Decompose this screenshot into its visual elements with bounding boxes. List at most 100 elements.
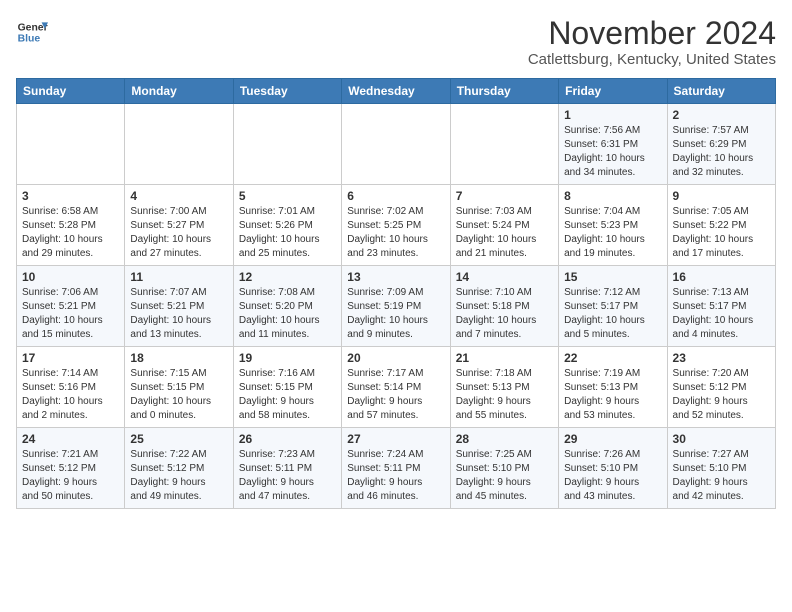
weekday-header: Sunday [17,79,125,104]
day-info: Sunrise: 6:58 AM Sunset: 5:28 PM Dayligh… [22,205,119,261]
day-info: Sunrise: 7:17 AM Sunset: 5:14 PM Dayligh… [347,367,444,423]
logo-icon: General Blue [16,16,48,48]
calendar-cell: 18Sunrise: 7:15 AM Sunset: 5:15 PM Dayli… [125,347,233,428]
day-info: Sunrise: 7:08 AM Sunset: 5:20 PM Dayligh… [239,286,336,342]
calendar-cell: 14Sunrise: 7:10 AM Sunset: 5:18 PM Dayli… [450,266,558,347]
day-number: 16 [673,270,770,284]
header-row: SundayMondayTuesdayWednesdayThursdayFrid… [17,79,776,104]
calendar-cell: 10 Sunrise: 7:06 AM Sunset: 5:21 PM Dayli… [17,266,125,347]
day-number: 24 [22,432,119,446]
day-info: Sunrise: 7:22 AM Sunset: 5:12 PM Dayligh… [130,448,227,504]
calendar-cell: 3 Sunrise: 6:58 AM Sunset: 5:28 PM Daylig… [17,185,125,266]
day-info: Sunrise: 7:06 AM Sunset: 5:21 PM Dayligh… [22,286,119,342]
calendar-cell: 8 Sunrise: 7:04 AM Sunset: 5:23 PM Daylig… [559,185,667,266]
day-info: Sunrise: 7:14 AM Sunset: 5:16 PM Dayligh… [22,367,119,423]
weekday-header: Friday [559,79,667,104]
day-number: 27 [347,432,444,446]
day-number: 29 [564,432,661,446]
calendar-cell: 9 Sunrise: 7:05 AM Sunset: 5:22 PM Daylig… [667,185,775,266]
day-info: Sunrise: 7:03 AM Sunset: 5:24 PM Dayligh… [456,205,553,261]
day-number: 21 [456,351,553,365]
day-info: Sunrise: 7:05 AM Sunset: 5:22 PM Dayligh… [673,205,770,261]
calendar-cell: 7 Sunrise: 7:03 AM Sunset: 5:24 PM Daylig… [450,185,558,266]
calendar-cell: 16 Sunrise: 7:13 AM Sunset: 5:17 PM Dayli… [667,266,775,347]
day-info: Sunrise: 7:04 AM Sunset: 5:23 PM Dayligh… [564,205,661,261]
calendar-cell: 21 Sunrise: 7:18 AM Sunset: 5:13 PM Dayli… [450,347,558,428]
day-number: 15 [564,270,661,284]
day-number: 23 [673,351,770,365]
day-info: Sunrise: 7:02 AM Sunset: 5:25 PM Dayligh… [347,205,444,261]
calendar-cell: 28 Sunrise: 7:25 AM Sunset: 5:10 PM Dayli… [450,428,558,509]
logo: General Blue [16,16,48,48]
day-info: Sunrise: 7:12 AM Sunset: 5:17 PM Dayligh… [564,286,661,342]
day-number: 6 [347,189,444,203]
calendar-cell [17,104,125,185]
day-number: 20 [347,351,444,365]
calendar-cell [233,104,341,185]
calendar-cell: 2 Sunrise: 7:57 AM Sunset: 6:29 PM Daylig… [667,104,775,185]
day-number: 2 [673,108,770,122]
calendar-week-row: 17Sunrise: 7:14 AM Sunset: 5:16 PM Dayli… [17,347,776,428]
calendar-cell: 11 Sunrise: 7:07 AM Sunset: 5:21 PM Dayli… [125,266,233,347]
calendar-cell [450,104,558,185]
calendar-week-row: 3 Sunrise: 6:58 AM Sunset: 5:28 PM Daylig… [17,185,776,266]
day-number: 26 [239,432,336,446]
day-number: 7 [456,189,553,203]
calendar-cell: 22 Sunrise: 7:19 AM Sunset: 5:13 PM Dayli… [559,347,667,428]
day-info: Sunrise: 7:26 AM Sunset: 5:10 PM Dayligh… [564,448,661,504]
day-info: Sunrise: 7:01 AM Sunset: 5:26 PM Dayligh… [239,205,336,261]
day-info: Sunrise: 7:21 AM Sunset: 5:12 PM Dayligh… [22,448,119,504]
day-info: Sunrise: 7:09 AM Sunset: 5:19 PM Dayligh… [347,286,444,342]
day-number: 3 [22,189,119,203]
calendar-cell: 13 Sunrise: 7:09 AM Sunset: 5:19 PM Dayli… [342,266,450,347]
day-number: 1 [564,108,661,122]
day-info: Sunrise: 7:00 AM Sunset: 5:27 PM Dayligh… [130,205,227,261]
day-info: Sunrise: 7:16 AM Sunset: 5:15 PM Dayligh… [239,367,336,423]
calendar-cell: 24 Sunrise: 7:21 AM Sunset: 5:12 PM Dayli… [17,428,125,509]
svg-text:Blue: Blue [18,34,41,45]
day-number: 5 [239,189,336,203]
day-number: 8 [564,189,661,203]
calendar-cell [125,104,233,185]
calendar-week-row: 24 Sunrise: 7:21 AM Sunset: 5:12 PM Dayli… [17,428,776,509]
calendar-cell: 27 Sunrise: 7:24 AM Sunset: 5:11 PM Dayli… [342,428,450,509]
weekday-header: Saturday [667,79,775,104]
day-number: 13 [347,270,444,284]
day-info: Sunrise: 7:13 AM Sunset: 5:17 PM Dayligh… [673,286,770,342]
calendar-cell: 1 Sunrise: 7:56 AM Sunset: 6:31 PM Daylig… [559,104,667,185]
day-info: Sunrise: 7:07 AM Sunset: 5:21 PM Dayligh… [130,286,227,342]
day-number: 10 [22,270,119,284]
day-info: Sunrise: 7:20 AM Sunset: 5:12 PM Dayligh… [673,367,770,423]
calendar-cell: 5 Sunrise: 7:01 AM Sunset: 5:26 PM Daylig… [233,185,341,266]
day-info: Sunrise: 7:18 AM Sunset: 5:13 PM Dayligh… [456,367,553,423]
day-info: Sunrise: 7:15 AM Sunset: 5:15 PM Dayligh… [130,367,227,423]
day-info: Sunrise: 7:10 AM Sunset: 5:18 PM Dayligh… [456,286,553,342]
header: General Blue November 2024 Catlettsburg,… [16,16,776,68]
weekday-header: Wednesday [342,79,450,104]
weekday-header: Thursday [450,79,558,104]
subtitle: Catlettsburg, Kentucky, United States [528,51,776,68]
weekday-header: Tuesday [233,79,341,104]
day-info: Sunrise: 7:56 AM Sunset: 6:31 PM Dayligh… [564,124,661,180]
day-info: Sunrise: 7:57 AM Sunset: 6:29 PM Dayligh… [673,124,770,180]
day-number: 30 [673,432,770,446]
calendar-cell: 15 Sunrise: 7:12 AM Sunset: 5:17 PM Dayli… [559,266,667,347]
weekday-header: Monday [125,79,233,104]
day-info: Sunrise: 7:27 AM Sunset: 5:10 PM Dayligh… [673,448,770,504]
calendar-table: SundayMondayTuesdayWednesdayThursdayFrid… [16,78,776,509]
calendar-cell: 12Sunrise: 7:08 AM Sunset: 5:20 PM Dayli… [233,266,341,347]
day-info: Sunrise: 7:19 AM Sunset: 5:13 PM Dayligh… [564,367,661,423]
day-number: 22 [564,351,661,365]
day-number: 19 [239,351,336,365]
day-info: Sunrise: 7:24 AM Sunset: 5:11 PM Dayligh… [347,448,444,504]
calendar-cell: 4 Sunrise: 7:00 AM Sunset: 5:27 PM Daylig… [125,185,233,266]
calendar-cell: 19 Sunrise: 7:16 AM Sunset: 5:15 PM Dayli… [233,347,341,428]
day-info: Sunrise: 7:25 AM Sunset: 5:10 PM Dayligh… [456,448,553,504]
day-number: 11 [130,270,227,284]
day-number: 9 [673,189,770,203]
calendar-cell: 30 Sunrise: 7:27 AM Sunset: 5:10 PM Dayli… [667,428,775,509]
day-number: 4 [130,189,227,203]
calendar-cell: 17Sunrise: 7:14 AM Sunset: 5:16 PM Dayli… [17,347,125,428]
day-number: 28 [456,432,553,446]
day-number: 25 [130,432,227,446]
